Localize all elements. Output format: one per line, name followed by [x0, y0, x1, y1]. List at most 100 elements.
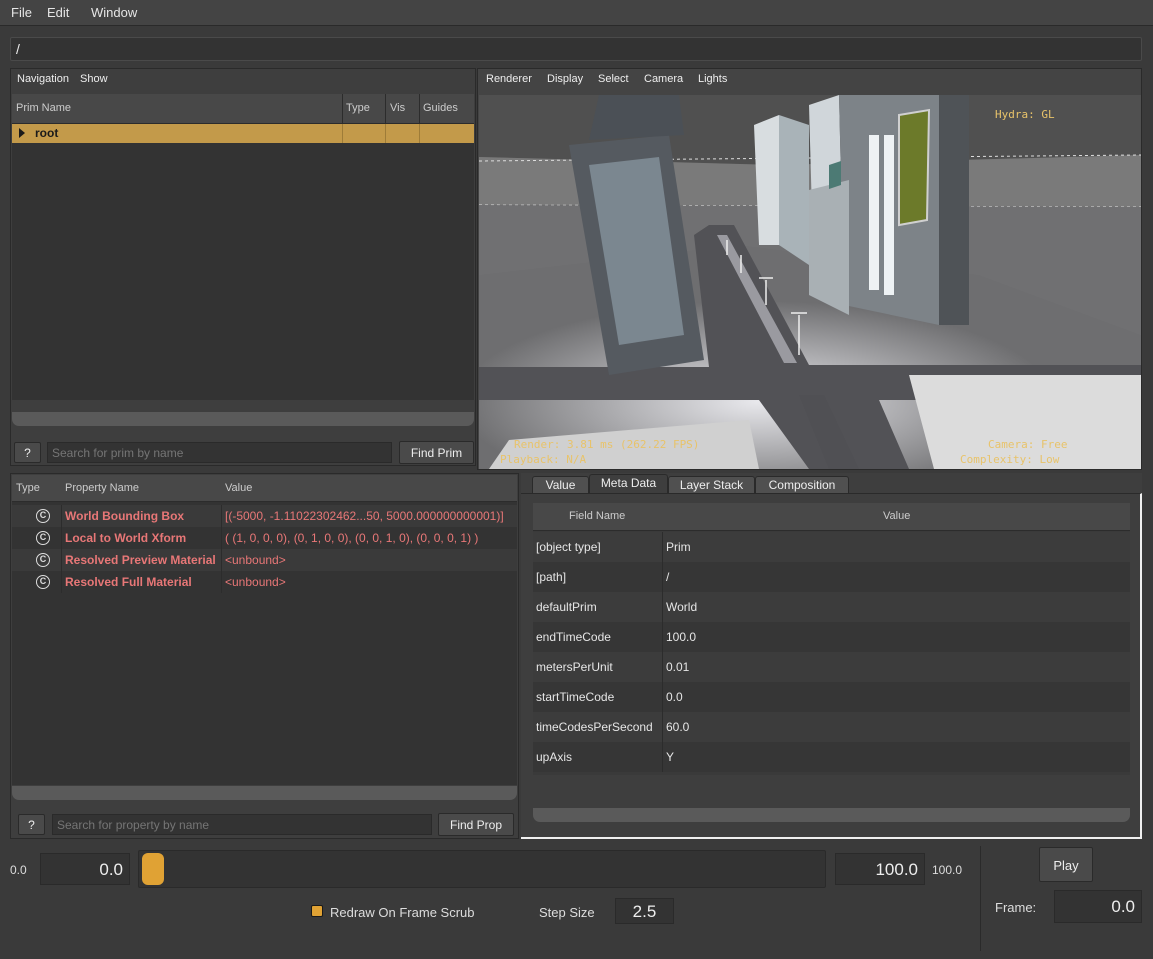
prim-search-input[interactable]: [47, 442, 392, 463]
metadata-table[interactable]: Field Name Value [object type] Prim [pat…: [533, 503, 1130, 775]
field-value: Prim: [666, 540, 691, 554]
expand-arrow-icon[interactable]: [19, 128, 25, 138]
hud-camera: Camera: Free: [988, 438, 1068, 451]
property-row[interactable]: C Resolved Full Material <unbound>: [12, 571, 517, 593]
menu-renderer[interactable]: Renderer: [486, 73, 532, 85]
menu-display[interactable]: Display: [547, 73, 583, 85]
prim-tree[interactable]: Prim Name Type Vis Guides root: [12, 94, 474, 400]
property-value: ( (1, 0, 0, 0), (0, 1, 0, 0), (0, 0, 1, …: [225, 531, 479, 545]
tab-value[interactable]: Value: [532, 476, 589, 494]
field-name: timeCodesPerSecond: [536, 720, 653, 734]
column-prim-name[interactable]: Prim Name: [16, 102, 71, 114]
menu-file[interactable]: File: [11, 5, 32, 20]
menu-window[interactable]: Window: [91, 5, 137, 20]
field-name: [path]: [536, 570, 567, 584]
field-value: 0.0: [666, 690, 683, 704]
prim-browser-panel: Navigation Show Prim Name Type Vis Guide…: [10, 68, 476, 466]
find-prop-button[interactable]: Find Prop: [438, 813, 514, 836]
property-row[interactable]: C World Bounding Box [(-5000, -1.1102230…: [12, 505, 517, 527]
property-value: <unbound>: [225, 553, 286, 567]
frame-label: Frame:: [995, 900, 1037, 915]
column-type[interactable]: Type: [346, 102, 370, 114]
render-view[interactable]: Hydra: GL Render: 3.81 ms (262.22 FPS) P…: [479, 95, 1141, 469]
city-scene-render: [479, 95, 1141, 469]
metadata-tab-body: Field Name Value [object type] Prim [pat…: [521, 493, 1142, 839]
column-vis[interactable]: Vis: [390, 102, 405, 114]
property-row[interactable]: C Local to World Xform ( (1, 0, 0, 0), (…: [12, 527, 517, 549]
property-row[interactable]: C Resolved Preview Material <unbound>: [12, 549, 517, 571]
field-name: [object type]: [536, 540, 601, 554]
hud-playback: Playback: N/A: [500, 453, 587, 466]
metadata-row[interactable]: metersPerUnit 0.01: [533, 652, 1130, 682]
tree-row-label: root: [35, 126, 59, 140]
field-name: defaultPrim: [536, 600, 597, 614]
prim-help-button[interactable]: ?: [14, 442, 41, 463]
viewport-panel: Renderer Display Select Camera Lights Hy…: [477, 68, 1142, 470]
computed-property-icon: C: [36, 531, 50, 545]
step-size-field[interactable]: 2.5: [615, 898, 674, 924]
menu-lights[interactable]: Lights: [698, 73, 727, 85]
property-name: Resolved Full Material: [65, 575, 192, 589]
field-name: endTimeCode: [536, 630, 611, 644]
metadata-table-header: Field Name Value: [533, 503, 1130, 531]
tab-layer-stack[interactable]: Layer Stack: [668, 476, 755, 494]
field-name: metersPerUnit: [536, 660, 613, 674]
path-field[interactable]: /: [10, 37, 1142, 61]
field-value: 0.01: [666, 660, 690, 674]
field-value: /: [666, 570, 670, 584]
property-help-button[interactable]: ?: [18, 814, 45, 835]
property-value: <unbound>: [225, 575, 286, 589]
column-type[interactable]: Type: [16, 482, 40, 494]
hud-renderer: Hydra: GL: [995, 108, 1055, 121]
start-time-field[interactable]: 0.0: [40, 853, 130, 885]
property-table-scrollbar[interactable]: [12, 786, 517, 800]
redraw-label: Redraw On Frame Scrub: [330, 905, 475, 920]
property-table-header: Type Property Name Value: [12, 475, 517, 502]
frame-slider-handle[interactable]: [142, 853, 164, 885]
tab-composition[interactable]: Composition: [755, 476, 849, 494]
range-end-label: 100.0: [932, 863, 963, 877]
metadata-row[interactable]: endTimeCode 100.0: [533, 622, 1130, 652]
frame-slider[interactable]: [138, 850, 826, 888]
computed-property-icon: C: [36, 575, 50, 589]
computed-property-icon: C: [36, 553, 50, 567]
metadata-panel: Value Meta Data Layer Stack Composition …: [521, 473, 1142, 839]
metadata-row[interactable]: startTimeCode 0.0: [533, 682, 1130, 712]
end-time-field[interactable]: 100.0: [835, 853, 925, 885]
metadata-row[interactable]: defaultPrim World: [533, 592, 1130, 622]
column-field-name[interactable]: Field Name: [569, 510, 625, 522]
find-prim-button[interactable]: Find Prim: [399, 441, 474, 464]
menu-edit[interactable]: Edit: [47, 5, 69, 20]
property-name: Resolved Preview Material: [65, 553, 216, 567]
metadata-row[interactable]: [path] /: [533, 562, 1130, 592]
column-value[interactable]: Value: [883, 510, 910, 522]
hud-complexity: Complexity: Low: [960, 453, 1060, 466]
property-panel: Type Property Name Value C World Boundin…: [10, 473, 519, 839]
computed-property-icon: C: [36, 509, 50, 523]
menu-navigation[interactable]: Navigation: [17, 73, 69, 85]
menu-bar: File Edit Window: [0, 0, 1153, 26]
column-property-name[interactable]: Property Name: [65, 482, 139, 494]
redraw-checkbox[interactable]: [311, 905, 323, 917]
tab-meta-data[interactable]: Meta Data: [589, 474, 668, 494]
frame-field[interactable]: 0.0: [1054, 890, 1142, 923]
field-value: 100.0: [666, 630, 697, 644]
metadata-row[interactable]: timeCodesPerSecond 60.0: [533, 712, 1130, 742]
property-table[interactable]: Type Property Name Value C World Boundin…: [12, 475, 517, 785]
menu-camera[interactable]: Camera: [644, 73, 683, 85]
column-value[interactable]: Value: [225, 482, 252, 494]
play-button[interactable]: Play: [1039, 847, 1093, 882]
tree-row-root[interactable]: root: [12, 124, 474, 143]
field-value: Y: [666, 750, 675, 764]
metadata-table-scrollbar[interactable]: [533, 808, 1130, 822]
column-guides[interactable]: Guides: [423, 102, 458, 114]
path-text: /: [16, 41, 20, 57]
property-search-input[interactable]: [52, 814, 432, 835]
menu-show[interactable]: Show: [80, 73, 108, 85]
prim-tree-scrollbar[interactable]: [12, 412, 474, 426]
field-name: upAxis: [536, 750, 573, 764]
metadata-row[interactable]: upAxis Y: [533, 742, 1130, 772]
field-value: World: [666, 600, 698, 614]
metadata-row[interactable]: [object type] Prim: [533, 532, 1130, 562]
menu-select[interactable]: Select: [598, 73, 629, 85]
